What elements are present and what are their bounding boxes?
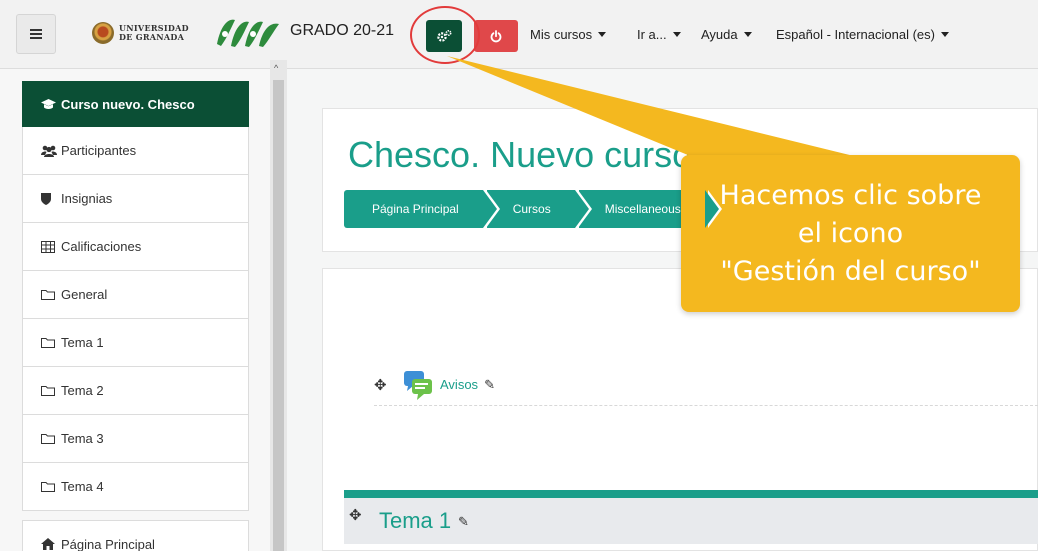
- hamburger-icon: [30, 29, 42, 39]
- breadcrumb-cursos[interactable]: Cursos: [486, 190, 592, 228]
- sidebar-item-insignias[interactable]: Insignias: [22, 175, 249, 223]
- breadcrumb: Página Principal Cursos Miscellaneous: [344, 190, 722, 228]
- caret-down-icon: [672, 32, 681, 37]
- callout-line-1: Hacemos clic sobre: [719, 179, 982, 211]
- highlight-circle: [410, 6, 480, 64]
- edit-pencil-icon[interactable]: ✎: [458, 514, 469, 530]
- folder-icon: [41, 433, 61, 444]
- edit-pencil-icon[interactable]: ✎: [484, 377, 495, 393]
- scrollbar-thumb[interactable]: [273, 80, 284, 551]
- move-icon[interactable]: ✥: [374, 376, 404, 394]
- sidebar-item-tema-3[interactable]: Tema 3: [22, 415, 249, 463]
- shield-icon: [41, 192, 61, 205]
- sidebar-item-participantes[interactable]: Participantes: [22, 127, 249, 175]
- folder-icon: [41, 385, 61, 396]
- forum-icon: [404, 369, 434, 401]
- sidebar-item-course[interactable]: Curso nuevo. Chesco: [22, 81, 249, 127]
- power-button[interactable]: [474, 20, 518, 52]
- caret-down-icon: [598, 32, 607, 37]
- course-nav-list: Curso nuevo. Chesco Participantes Insign…: [22, 81, 249, 511]
- section-accent-bar: [344, 490, 1038, 498]
- caret-down-icon: [940, 32, 949, 37]
- page-title: Chesco. Nuevo curso: [348, 134, 693, 175]
- university-seal-logo: [92, 22, 114, 44]
- users-icon: [41, 145, 61, 157]
- scroll-up-icon[interactable]: ^: [274, 63, 278, 73]
- activity-row: ✥ Avisos ✎: [374, 364, 1038, 406]
- menu-mis-cursos[interactable]: Mis cursos: [530, 27, 607, 42]
- menu-ir-a[interactable]: Ir a...: [637, 27, 681, 42]
- top-navbar: UNIVERSIDAD DE GRANADA GRADO 20-21 Mis c…: [0, 0, 1038, 69]
- sidebar-item-pagina-principal[interactable]: Página Principal: [22, 520, 249, 551]
- folder-icon: [41, 481, 61, 492]
- avisos-link[interactable]: Avisos: [440, 377, 478, 392]
- table-icon: [41, 240, 61, 253]
- platform-logo-icon[interactable]: [213, 14, 283, 50]
- breadcrumb-home[interactable]: Página Principal: [344, 190, 500, 228]
- caret-down-icon: [743, 32, 752, 37]
- power-icon: [490, 29, 502, 42]
- sidebar-item-general[interactable]: General: [22, 271, 249, 319]
- home-icon: [41, 538, 61, 550]
- sidebar-item-calificaciones[interactable]: Calificaciones: [22, 223, 249, 271]
- site-name[interactable]: GRADO 20-21: [290, 22, 394, 40]
- drawer-scrollbar[interactable]: ^: [270, 60, 287, 551]
- sidebar-item-tema-1[interactable]: Tema 1: [22, 319, 249, 367]
- folder-icon: [41, 289, 61, 300]
- university-name: UNIVERSIDAD DE GRANADA: [119, 23, 189, 42]
- sidebar-item-tema-4[interactable]: Tema 4: [22, 463, 249, 511]
- folder-icon: [41, 337, 61, 348]
- callout-line-2: el icono: [797, 217, 904, 249]
- annotation-callout: Hacemos clic sobre el icono "Gestión del…: [681, 155, 1020, 312]
- graduation-cap-icon: [41, 98, 61, 110]
- sidebar-item-tema-2[interactable]: Tema 2: [22, 367, 249, 415]
- callout-line-3: "Gestión del curso": [720, 255, 981, 287]
- hamburger-menu-button[interactable]: [16, 14, 56, 54]
- menu-ayuda[interactable]: Ayuda: [701, 27, 752, 42]
- site-nav-list: Página Principal: [22, 520, 249, 551]
- section-title[interactable]: Tema 1: [379, 508, 451, 534]
- move-icon[interactable]: ✥: [349, 506, 362, 524]
- menu-language[interactable]: Español - Internacional (es): [776, 27, 949, 42]
